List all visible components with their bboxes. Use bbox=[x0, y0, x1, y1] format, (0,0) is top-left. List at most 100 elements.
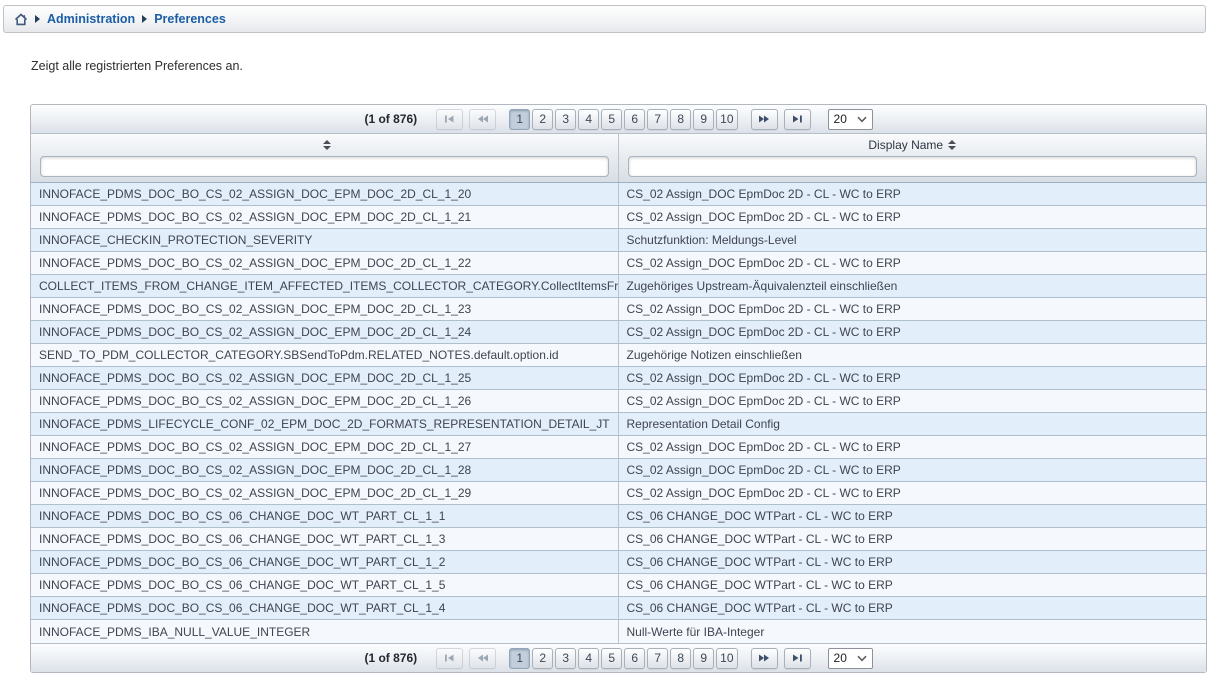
preference-name-cell: INNOFACE_PDMS_DOC_BO_CS_06_CHANGE_DOC_WT… bbox=[31, 551, 619, 573]
table-body: INNOFACE_PDMS_DOC_BO_CS_02_ASSIGN_DOC_EP… bbox=[31, 183, 1206, 643]
table-row[interactable]: SEND_TO_PDM_COLLECTOR_CATEGORY.SBSendToP… bbox=[31, 344, 1206, 367]
column-display-name-label: Display Name bbox=[868, 138, 943, 152]
table-row[interactable]: INNOFACE_PDMS_DOC_BO_CS_02_ASSIGN_DOC_EP… bbox=[31, 367, 1206, 390]
page-button-7[interactable]: 7 bbox=[647, 648, 668, 669]
home-icon[interactable] bbox=[14, 13, 28, 26]
rows-per-page-dropdown[interactable]: 20 bbox=[828, 648, 873, 669]
page-button-6[interactable]: 6 bbox=[624, 109, 645, 130]
display-name-cell: Zugehöriges Upstream-Äquivalenzteil eins… bbox=[619, 275, 1207, 297]
page-button-6[interactable]: 6 bbox=[624, 648, 645, 669]
display-name-cell: CS_02 Assign_DOC EpmDoc 2D - CL - WC to … bbox=[619, 459, 1207, 481]
display-name-filter-input[interactable] bbox=[628, 156, 1198, 177]
preference-name-cell: COLLECT_ITEMS_FROM_CHANGE_ITEM_AFFECTED_… bbox=[31, 275, 619, 297]
page-button-1[interactable]: 1 bbox=[509, 109, 530, 130]
display-name-cell: CS_02 Assign_DOC EpmDoc 2D - CL - WC to … bbox=[619, 482, 1207, 504]
page-button-10[interactable]: 10 bbox=[716, 648, 737, 669]
display-name-cell: CS_06 CHANGE_DOC WTPart - CL - WC to ERP bbox=[619, 574, 1207, 596]
preference-name-cell: INNOFACE_PDMS_DOC_BO_CS_02_ASSIGN_DOC_EP… bbox=[31, 206, 619, 228]
display-name-cell: Null-Werte für IBA-Integer bbox=[619, 620, 1207, 643]
table-row[interactable]: INNOFACE_CHECKIN_PROTECTION_SEVERITYSchu… bbox=[31, 229, 1206, 252]
table-row[interactable]: INNOFACE_PDMS_DOC_BO_CS_02_ASSIGN_DOC_EP… bbox=[31, 482, 1206, 505]
table-row[interactable]: INNOFACE_PDMS_DOC_BO_CS_06_CHANGE_DOC_WT… bbox=[31, 574, 1206, 597]
table-row[interactable]: INNOFACE_PDMS_DOC_BO_CS_02_ASSIGN_DOC_EP… bbox=[31, 298, 1206, 321]
page-button-8[interactable]: 8 bbox=[670, 648, 691, 669]
breadcrumb-separator-icon bbox=[35, 15, 40, 23]
page-button-4[interactable]: 4 bbox=[578, 109, 599, 130]
table-row[interactable]: INNOFACE_PDMS_DOC_BO_CS_06_CHANGE_DOC_WT… bbox=[31, 551, 1206, 574]
page-button-3[interactable]: 3 bbox=[555, 109, 576, 130]
display-name-cell: CS_02 Assign_DOC EpmDoc 2D - CL - WC to … bbox=[619, 298, 1207, 320]
page-button-2[interactable]: 2 bbox=[532, 109, 553, 130]
last-page-button[interactable] bbox=[784, 109, 811, 130]
preference-name-cell: INNOFACE_PDMS_DOC_BO_CS_02_ASSIGN_DOC_EP… bbox=[31, 252, 619, 274]
table-row[interactable]: INNOFACE_PDMS_DOC_BO_CS_02_ASSIGN_DOC_EP… bbox=[31, 459, 1206, 482]
display-name-cell: CS_06 CHANGE_DOC WTPart - CL - WC to ERP bbox=[619, 551, 1207, 573]
table-row[interactable]: INNOFACE_PDMS_IBA_NULL_VALUE_INTEGERNull… bbox=[31, 620, 1206, 643]
breadcrumb-item-preferences[interactable]: Preferences bbox=[154, 12, 226, 26]
table-row[interactable]: INNOFACE_PDMS_DOC_BO_CS_02_ASSIGN_DOC_EP… bbox=[31, 183, 1206, 206]
display-name-cell: CS_02 Assign_DOC EpmDoc 2D - CL - WC to … bbox=[619, 183, 1207, 205]
table-row[interactable]: INNOFACE_PDMS_LIFECYCLE_CONF_02_EPM_DOC_… bbox=[31, 413, 1206, 436]
page-button-4[interactable]: 4 bbox=[578, 648, 599, 669]
column-header-name bbox=[31, 134, 619, 182]
sort-up-down-icon bbox=[323, 140, 331, 150]
breadcrumb-item-administration[interactable]: Administration bbox=[47, 12, 135, 26]
preference-name-cell: INNOFACE_PDMS_DOC_BO_CS_02_ASSIGN_DOC_EP… bbox=[31, 482, 619, 504]
paginator-top: (1 of 876) 12345678910 20 bbox=[31, 105, 1206, 134]
rows-per-page-dropdown[interactable]: 20 bbox=[828, 109, 873, 130]
seek-first-icon bbox=[444, 114, 455, 124]
page-button-8[interactable]: 8 bbox=[670, 109, 691, 130]
next-page-button[interactable] bbox=[751, 648, 778, 669]
paginator-pages: 12345678910 bbox=[508, 648, 738, 669]
preference-name-cell: INNOFACE_CHECKIN_PROTECTION_SEVERITY bbox=[31, 229, 619, 251]
table-row[interactable]: INNOFACE_PDMS_DOC_BO_CS_02_ASSIGN_DOC_EP… bbox=[31, 252, 1206, 275]
preference-name-cell: INNOFACE_PDMS_IBA_NULL_VALUE_INTEGER bbox=[31, 620, 619, 643]
table-row[interactable]: INNOFACE_PDMS_DOC_BO_CS_06_CHANGE_DOC_WT… bbox=[31, 528, 1206, 551]
seek-last-icon bbox=[792, 653, 803, 663]
current-page-report: (1 of 876) bbox=[364, 112, 417, 126]
display-name-cell: CS_02 Assign_DOC EpmDoc 2D - CL - WC to … bbox=[619, 436, 1207, 458]
table-row[interactable]: COLLECT_ITEMS_FROM_CHANGE_ITEM_AFFECTED_… bbox=[31, 275, 1206, 298]
last-page-button[interactable] bbox=[784, 648, 811, 669]
preferences-table-panel: (1 of 876)1234567891020 Display Name INN… bbox=[30, 104, 1207, 673]
name-filter-input[interactable] bbox=[40, 156, 609, 177]
preference-name-cell: INNOFACE_PDMS_DOC_BO_CS_06_CHANGE_DOC_WT… bbox=[31, 574, 619, 596]
table-row[interactable]: INNOFACE_PDMS_DOC_BO_CS_02_ASSIGN_DOC_EP… bbox=[31, 436, 1206, 459]
preference-name-cell: INNOFACE_PDMS_DOC_BO_CS_02_ASSIGN_DOC_EP… bbox=[31, 298, 619, 320]
seek-next-icon bbox=[758, 114, 770, 124]
page-button-9[interactable]: 9 bbox=[693, 109, 714, 130]
page-button-2[interactable]: 2 bbox=[532, 648, 553, 669]
seek-prev-icon bbox=[477, 653, 489, 663]
seek-next-icon bbox=[758, 653, 770, 663]
rows-per-page-value: 20 bbox=[834, 112, 847, 126]
seek-first-icon bbox=[444, 653, 455, 663]
table-row[interactable]: INNOFACE_PDMS_DOC_BO_CS_02_ASSIGN_DOC_EP… bbox=[31, 390, 1206, 413]
sort-toggle-display-name[interactable]: Display Name bbox=[619, 136, 1207, 154]
display-name-cell: CS_06 CHANGE_DOC WTPart - CL - WC to ERP bbox=[619, 505, 1207, 527]
first-page-button bbox=[436, 648, 463, 669]
table-row[interactable]: INNOFACE_PDMS_DOC_BO_CS_06_CHANGE_DOC_WT… bbox=[31, 505, 1206, 528]
page-button-7[interactable]: 7 bbox=[647, 109, 668, 130]
page-description: Zeigt alle registrierten Preferences an. bbox=[31, 59, 1209, 73]
page-button-3[interactable]: 3 bbox=[555, 648, 576, 669]
display-name-cell: CS_02 Assign_DOC EpmDoc 2D - CL - WC to … bbox=[619, 367, 1207, 389]
display-name-cell: CS_02 Assign_DOC EpmDoc 2D - CL - WC to … bbox=[619, 321, 1207, 343]
next-page-button[interactable] bbox=[751, 109, 778, 130]
table-row[interactable]: INNOFACE_PDMS_DOC_BO_CS_06_CHANGE_DOC_WT… bbox=[31, 597, 1206, 620]
page-button-9[interactable]: 9 bbox=[693, 648, 714, 669]
page-button-10[interactable]: 10 bbox=[716, 109, 737, 130]
preference-name-cell: INNOFACE_PDMS_DOC_BO_CS_02_ASSIGN_DOC_EP… bbox=[31, 367, 619, 389]
seek-last-icon bbox=[792, 114, 803, 124]
page-button-5[interactable]: 5 bbox=[601, 648, 622, 669]
rows-per-page-value: 20 bbox=[834, 651, 847, 665]
page-button-5[interactable]: 5 bbox=[601, 109, 622, 130]
preference-name-cell: INNOFACE_PDMS_DOC_BO_CS_06_CHANGE_DOC_WT… bbox=[31, 597, 619, 619]
paginator-bottom: (1 of 876)1234567891020 bbox=[31, 643, 1206, 672]
table-row[interactable]: INNOFACE_PDMS_DOC_BO_CS_02_ASSIGN_DOC_EP… bbox=[31, 206, 1206, 229]
display-name-cell: CS_02 Assign_DOC EpmDoc 2D - CL - WC to … bbox=[619, 252, 1207, 274]
table-row[interactable]: INNOFACE_PDMS_DOC_BO_CS_02_ASSIGN_DOC_EP… bbox=[31, 321, 1206, 344]
sort-toggle-name[interactable] bbox=[31, 136, 618, 154]
display-name-cell: CS_06 CHANGE_DOC WTPart - CL - WC to ERP bbox=[619, 597, 1207, 619]
page-button-1[interactable]: 1 bbox=[509, 648, 530, 669]
display-name-cell: CS_02 Assign_DOC EpmDoc 2D - CL - WC to … bbox=[619, 390, 1207, 412]
